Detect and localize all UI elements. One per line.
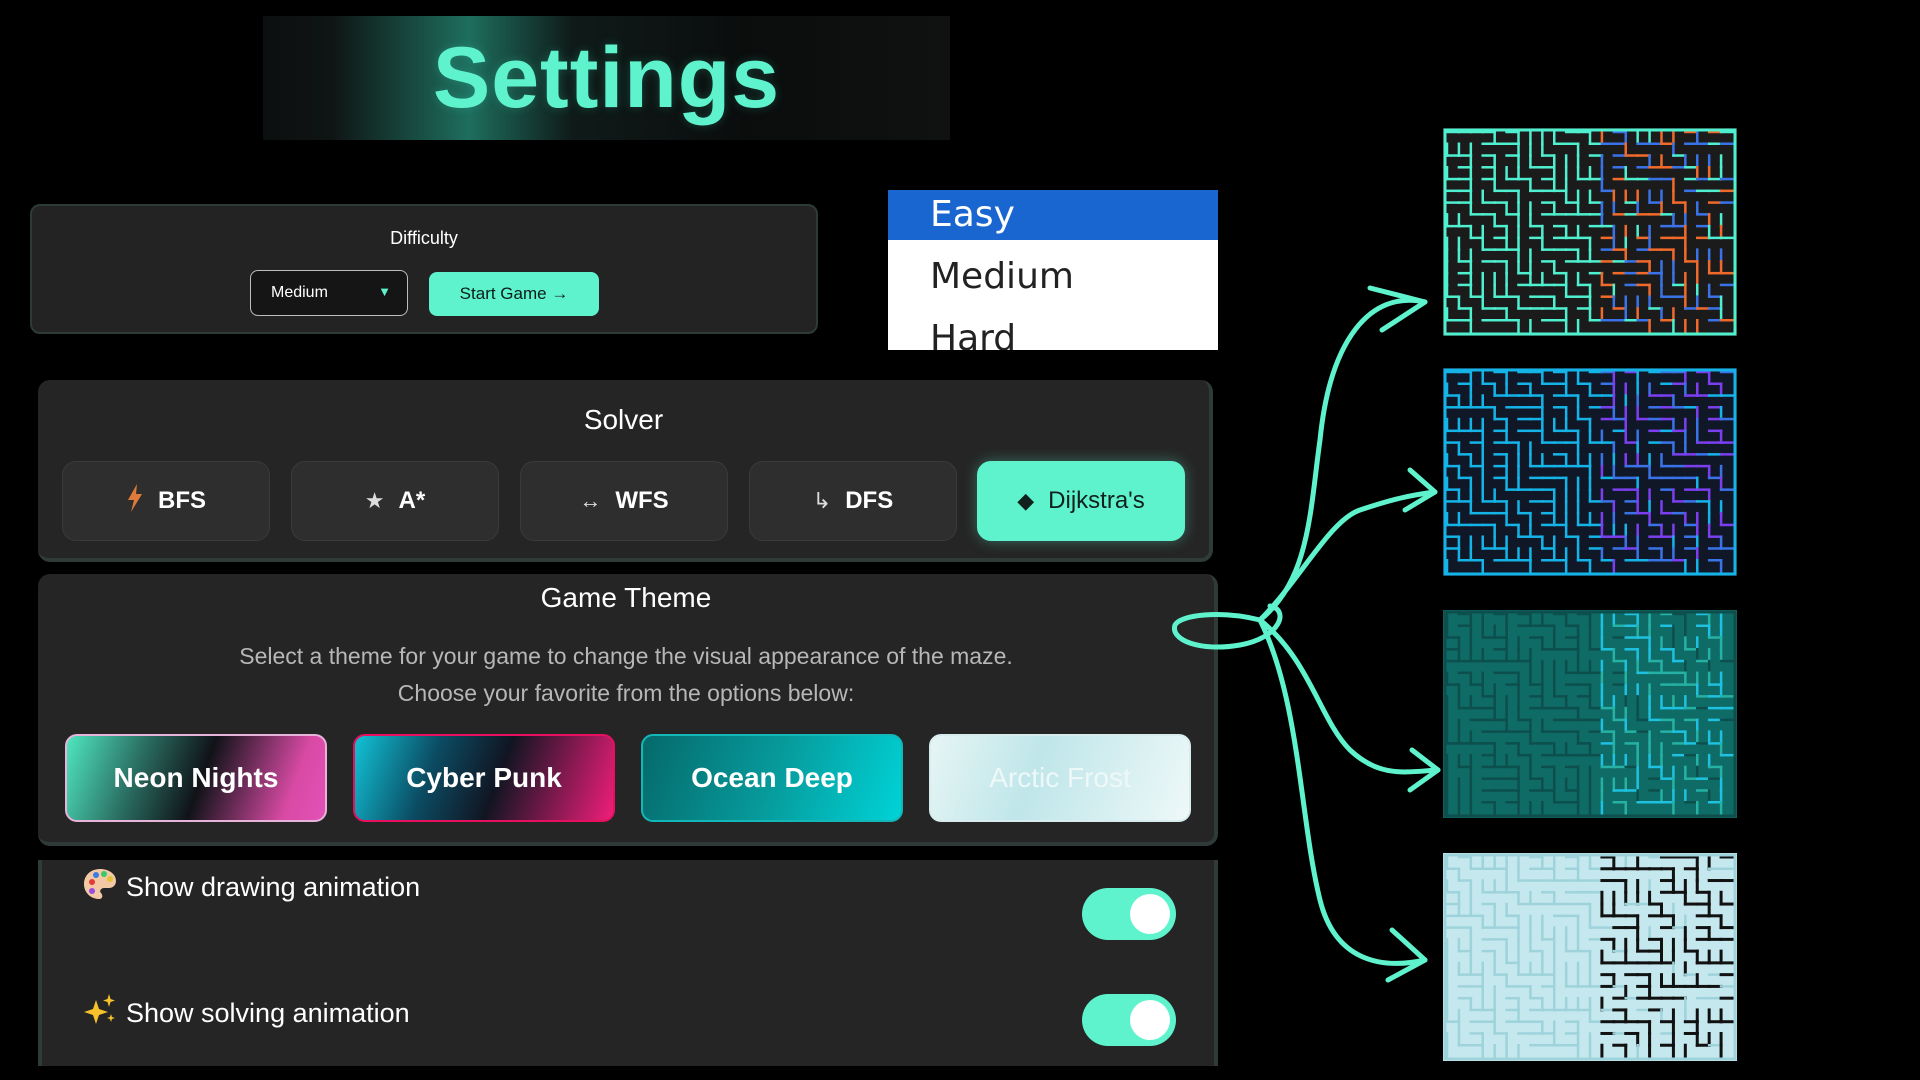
solver-label-astar: A* xyxy=(398,487,426,514)
settings-header: Settings xyxy=(263,16,950,140)
solving-animation-toggle[interactable] xyxy=(1082,994,1176,1046)
maze-preview-arctic-frost xyxy=(1443,853,1737,1061)
solver-label-dijkstra: Dijkstra's xyxy=(1048,487,1145,514)
chevron-down-icon: ▼ xyxy=(378,284,391,299)
star-icon: ★ xyxy=(364,488,385,513)
theme-description: Select a theme for your game to change t… xyxy=(38,638,1214,712)
solver-label-bfs: BFS xyxy=(158,487,206,514)
solver-button-dfs[interactable]: ↳ DFS xyxy=(749,461,957,541)
theme-panel: Game Theme Select a theme for your game … xyxy=(38,574,1218,846)
solver-label-wfs: WFS xyxy=(615,487,669,514)
solver-panel: Solver BFS ★ A* ↔ WFS ↳ DFS ◆ Dijkstra's xyxy=(38,380,1213,562)
solver-button-bfs[interactable]: BFS xyxy=(62,461,270,541)
sparkles-icon xyxy=(82,992,126,1035)
solver-label-dfs: DFS xyxy=(845,487,894,514)
stage: Settings Difficulty Medium ▼ Start Game … xyxy=(0,0,1920,1080)
solver-button-wfs[interactable]: ↔ WFS xyxy=(520,461,728,541)
toggle-knob xyxy=(1130,1000,1170,1040)
solver-button-astar[interactable]: ★ A* xyxy=(291,461,499,541)
difficulty-title: Difficulty xyxy=(390,228,458,248)
double-arrow-icon: ↔ xyxy=(579,488,602,513)
theme-button-cyber-punk[interactable]: Cyber Punk xyxy=(353,734,615,822)
start-game-button[interactable]: Start Game → xyxy=(429,272,599,316)
toggle-label-drawing: Show drawing animation xyxy=(126,872,421,902)
toggle-row-solving: Show solving animation xyxy=(82,992,410,1035)
difficulty-selected-value: Medium xyxy=(271,284,328,301)
theme-button-neon-nights[interactable]: Neon Nights xyxy=(65,734,327,822)
maze-preview-neon-nights xyxy=(1443,128,1737,336)
theme-button-ocean-deep[interactable]: Ocean Deep xyxy=(641,734,903,822)
maze-preview-cyber-punk xyxy=(1443,368,1737,576)
theme-button-arctic-frost[interactable]: Arctic Frost xyxy=(929,734,1191,822)
maze-preview-ocean-deep xyxy=(1443,610,1737,818)
difficulty-panel: Difficulty Medium ▼ Start Game → xyxy=(30,204,818,334)
solver-title: Solver xyxy=(583,404,664,435)
diamond-icon: ◆ xyxy=(1017,488,1035,513)
curved-arrows-decoration xyxy=(1172,285,1441,983)
theme-description-line-1: Select a theme for your game to change t… xyxy=(239,643,1013,669)
dropdown-option-easy[interactable]: Easy xyxy=(888,190,1218,240)
theme-description-line-2: Choose your favorite from the options be… xyxy=(397,680,855,706)
solver-button-dijkstra[interactable]: ◆ Dijkstra's xyxy=(977,461,1185,541)
theme-title: Game Theme xyxy=(540,582,712,613)
toggle-label-solving: Show solving animation xyxy=(126,998,410,1028)
down-right-arrow-icon: ↳ xyxy=(812,488,832,513)
difficulty-select[interactable]: Medium ▼ xyxy=(250,270,408,316)
page-title: Settings xyxy=(432,29,781,126)
toggle-row-drawing: Show drawing animation xyxy=(82,866,420,909)
palette-icon xyxy=(82,866,126,909)
lightning-icon xyxy=(126,484,144,518)
toggles-panel: Show drawing animation Show solving anim… xyxy=(38,860,1218,1066)
